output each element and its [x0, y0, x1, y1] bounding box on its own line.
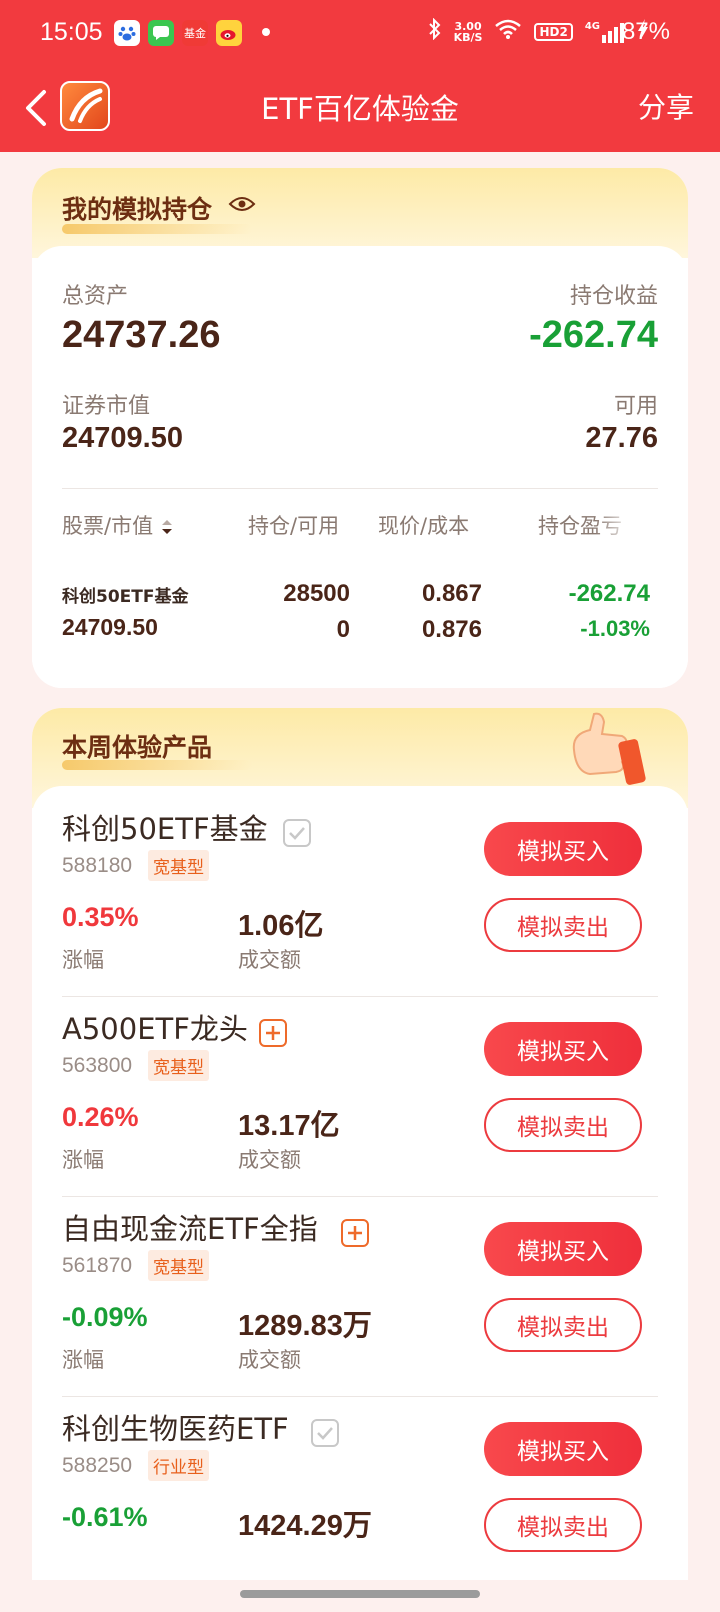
divider	[62, 488, 658, 489]
eye-icon[interactable]	[228, 194, 256, 218]
thumbs-up-icon	[560, 710, 650, 794]
holding-usable: 0	[336, 616, 350, 643]
product-item[interactable]: A500ETF龙头 563800 宽基型 0.26% 13.17亿 涨幅 成交额…	[32, 986, 688, 1197]
simulate-sell-button[interactable]: 模拟卖出	[484, 1098, 642, 1152]
product-tag: 宽基型	[148, 850, 209, 881]
simulate-buy-button[interactable]: 模拟买入	[484, 822, 642, 876]
holding-position: 28500	[283, 580, 350, 607]
holdings-table-header: 股票/市值 持仓/可用 现价/成本 持仓盈亏	[32, 510, 688, 540]
home-indicator[interactable]	[240, 1590, 480, 1598]
share-button[interactable]: 分享	[638, 86, 694, 126]
notification-dot	[262, 28, 270, 36]
product-name: A500ETF龙头	[62, 1012, 248, 1046]
turnover-label: 成交额	[238, 1148, 301, 1172]
holding-cost: 0.876	[421, 616, 482, 643]
product-tag: 行业型	[148, 1450, 209, 1481]
weekly-products-card: 本周体验产品 科创50ETF基金 588180 宽基型 0.35% 1.06亿 …	[32, 708, 688, 1612]
product-turnover: 1424.29万	[238, 1510, 372, 1542]
holding-pl: -262.74	[568, 580, 650, 607]
holding-value: 24709.50	[62, 614, 158, 640]
holdings-card-body: 总资产 24737.26 持仓收益 -262.74 证券市值 24709.50 …	[32, 246, 688, 688]
nav-bar: ETF百亿体验金 分享	[0, 66, 720, 152]
change-label: 涨幅	[62, 1148, 104, 1172]
product-name: 科创50ETF基金	[62, 812, 268, 846]
holdings-card-header: 我的模拟持仓	[32, 168, 688, 258]
signal-icon: 4G	[585, 21, 624, 43]
product-code: 588180	[62, 854, 133, 877]
total-assets-value: 24737.26	[62, 314, 221, 356]
sort-icon	[161, 520, 172, 534]
product-turnover: 1289.83万	[238, 1310, 372, 1342]
product-change: 0.26%	[62, 1102, 139, 1132]
product-change: 0.35%	[62, 902, 139, 932]
profit-value: -262.74	[529, 314, 658, 356]
turnover-label: 成交额	[238, 948, 301, 972]
turnover-label: 成交额	[238, 1348, 301, 1372]
change-label: 涨幅	[62, 948, 104, 972]
total-assets-label: 总资产	[62, 284, 129, 309]
checkbox-checked-icon[interactable]	[310, 1418, 340, 1452]
product-tag: 宽基型	[148, 1250, 209, 1281]
col-stock-value[interactable]: 股票/市值	[62, 510, 174, 540]
bluetooth-icon	[428, 17, 442, 45]
product-turnover: 1.06亿	[238, 910, 324, 942]
add-icon[interactable]	[258, 1018, 288, 1052]
product-turnover: 13.17亿	[238, 1110, 340, 1142]
checkbox-checked-icon[interactable]	[282, 818, 312, 852]
profit-label: 持仓收益	[569, 284, 658, 309]
col-stock-value-label: 股票/市值	[62, 514, 154, 538]
add-icon[interactable]	[340, 1218, 370, 1252]
status-time: 15:05	[40, 18, 103, 46]
product-name: 自由现金流ETF全指	[62, 1212, 318, 1246]
fund-app-icon: 基金	[182, 20, 208, 46]
status-indicators: 3.00 KB/S HD2 4G	[428, 17, 650, 45]
weibo-app-icon	[216, 20, 242, 46]
network-type: 4G	[584, 20, 600, 32]
market-value: 24709.50	[62, 422, 183, 454]
page-title: ETF百亿体验金	[261, 92, 459, 126]
status-bar: 15:05 基金 3.00 KB/S HD2 4G 87%	[0, 0, 720, 66]
col-pl: 持仓盈亏	[538, 514, 622, 538]
product-item[interactable]: 科创50ETF基金 588180 宽基型 0.35% 1.06亿 涨幅 成交额 …	[32, 786, 688, 997]
weekly-title: 本周体验产品	[62, 733, 213, 762]
product-change: -0.61%	[62, 1502, 148, 1532]
market-value-label: 证券市值	[62, 394, 151, 419]
hd-badge: HD2	[534, 22, 573, 41]
simulate-sell-button[interactable]: 模拟卖出	[484, 1498, 642, 1552]
product-code: 563800	[62, 1054, 133, 1077]
simulate-sell-button[interactable]: 模拟卖出	[484, 1298, 642, 1352]
product-change: -0.09%	[62, 1302, 148, 1332]
simulate-buy-button[interactable]: 模拟买入	[484, 1222, 642, 1276]
weekly-card-body: 科创50ETF基金 588180 宽基型 0.35% 1.06亿 涨幅 成交额 …	[32, 786, 688, 1612]
messages-app-icon	[148, 20, 174, 46]
app-header: 15:05 基金 3.00 KB/S HD2 4G 87% ETF百亿体验金 分…	[0, 0, 720, 152]
col-price: 现价/成本	[378, 514, 470, 538]
col-position: 持仓/可用	[248, 514, 340, 538]
product-item[interactable]: 科创生物医药ETF 588250 行业型 -0.61% 1424.29万 模拟买…	[32, 1386, 688, 1586]
product-code: 588250	[62, 1454, 133, 1477]
simulate-buy-button[interactable]: 模拟买入	[484, 1022, 642, 1076]
holding-pl-pct: -1.03%	[580, 616, 650, 641]
available-value: 27.76	[585, 422, 658, 454]
battery-level: 87%	[621, 18, 670, 45]
product-code: 561870	[62, 1254, 133, 1277]
change-label: 涨幅	[62, 1348, 104, 1372]
speed-unit: KB/S	[453, 30, 483, 44]
holdings-title: 我的模拟持仓	[62, 195, 213, 224]
baidu-app-icon	[114, 20, 140, 46]
product-tag: 宽基型	[148, 1050, 209, 1081]
simulate-buy-button[interactable]: 模拟买入	[484, 1422, 642, 1476]
holding-row[interactable]: 科创50ETF基金 24709.50 28500 0 0.867 0.876 -…	[32, 576, 688, 656]
simulate-sell-button[interactable]: 模拟卖出	[484, 898, 642, 952]
holding-name: 科创50ETF基金	[62, 587, 189, 607]
holding-price: 0.867	[421, 580, 482, 607]
wifi-icon	[494, 18, 522, 45]
holdings-card: 我的模拟持仓 总资产 24737.26 持仓收益 -262.74 证券市值 24…	[32, 168, 688, 688]
product-name: 科创生物医药ETF	[62, 1412, 289, 1446]
network-speed: 3.00 KB/S	[454, 21, 483, 43]
available-label: 可用	[613, 394, 658, 419]
product-item[interactable]: 自由现金流ETF全指 561870 宽基型 -0.09% 1289.83万 涨幅…	[32, 1186, 688, 1397]
